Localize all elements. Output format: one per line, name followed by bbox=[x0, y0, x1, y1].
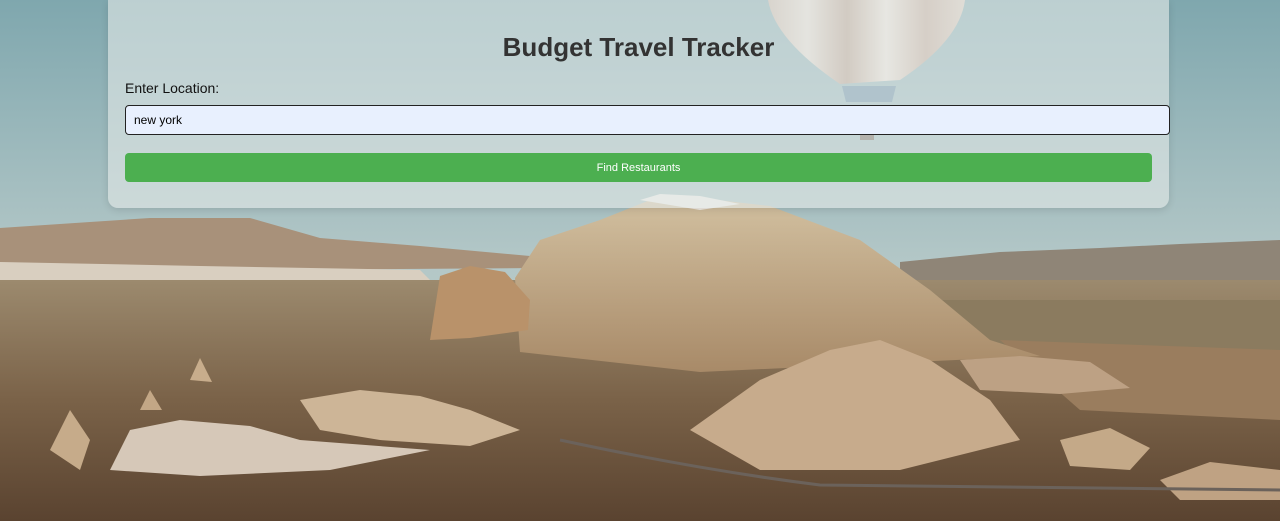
page-title: Budget Travel Tracker bbox=[502, 32, 775, 62]
location-input[interactable] bbox=[125, 105, 1170, 135]
find-restaurants-button[interactable]: Find Restaurants bbox=[125, 153, 1152, 182]
search-card: Budget Travel Tracker Enter Location: Fi… bbox=[108, 0, 1170, 208]
location-label: Enter Location: bbox=[125, 80, 220, 96]
